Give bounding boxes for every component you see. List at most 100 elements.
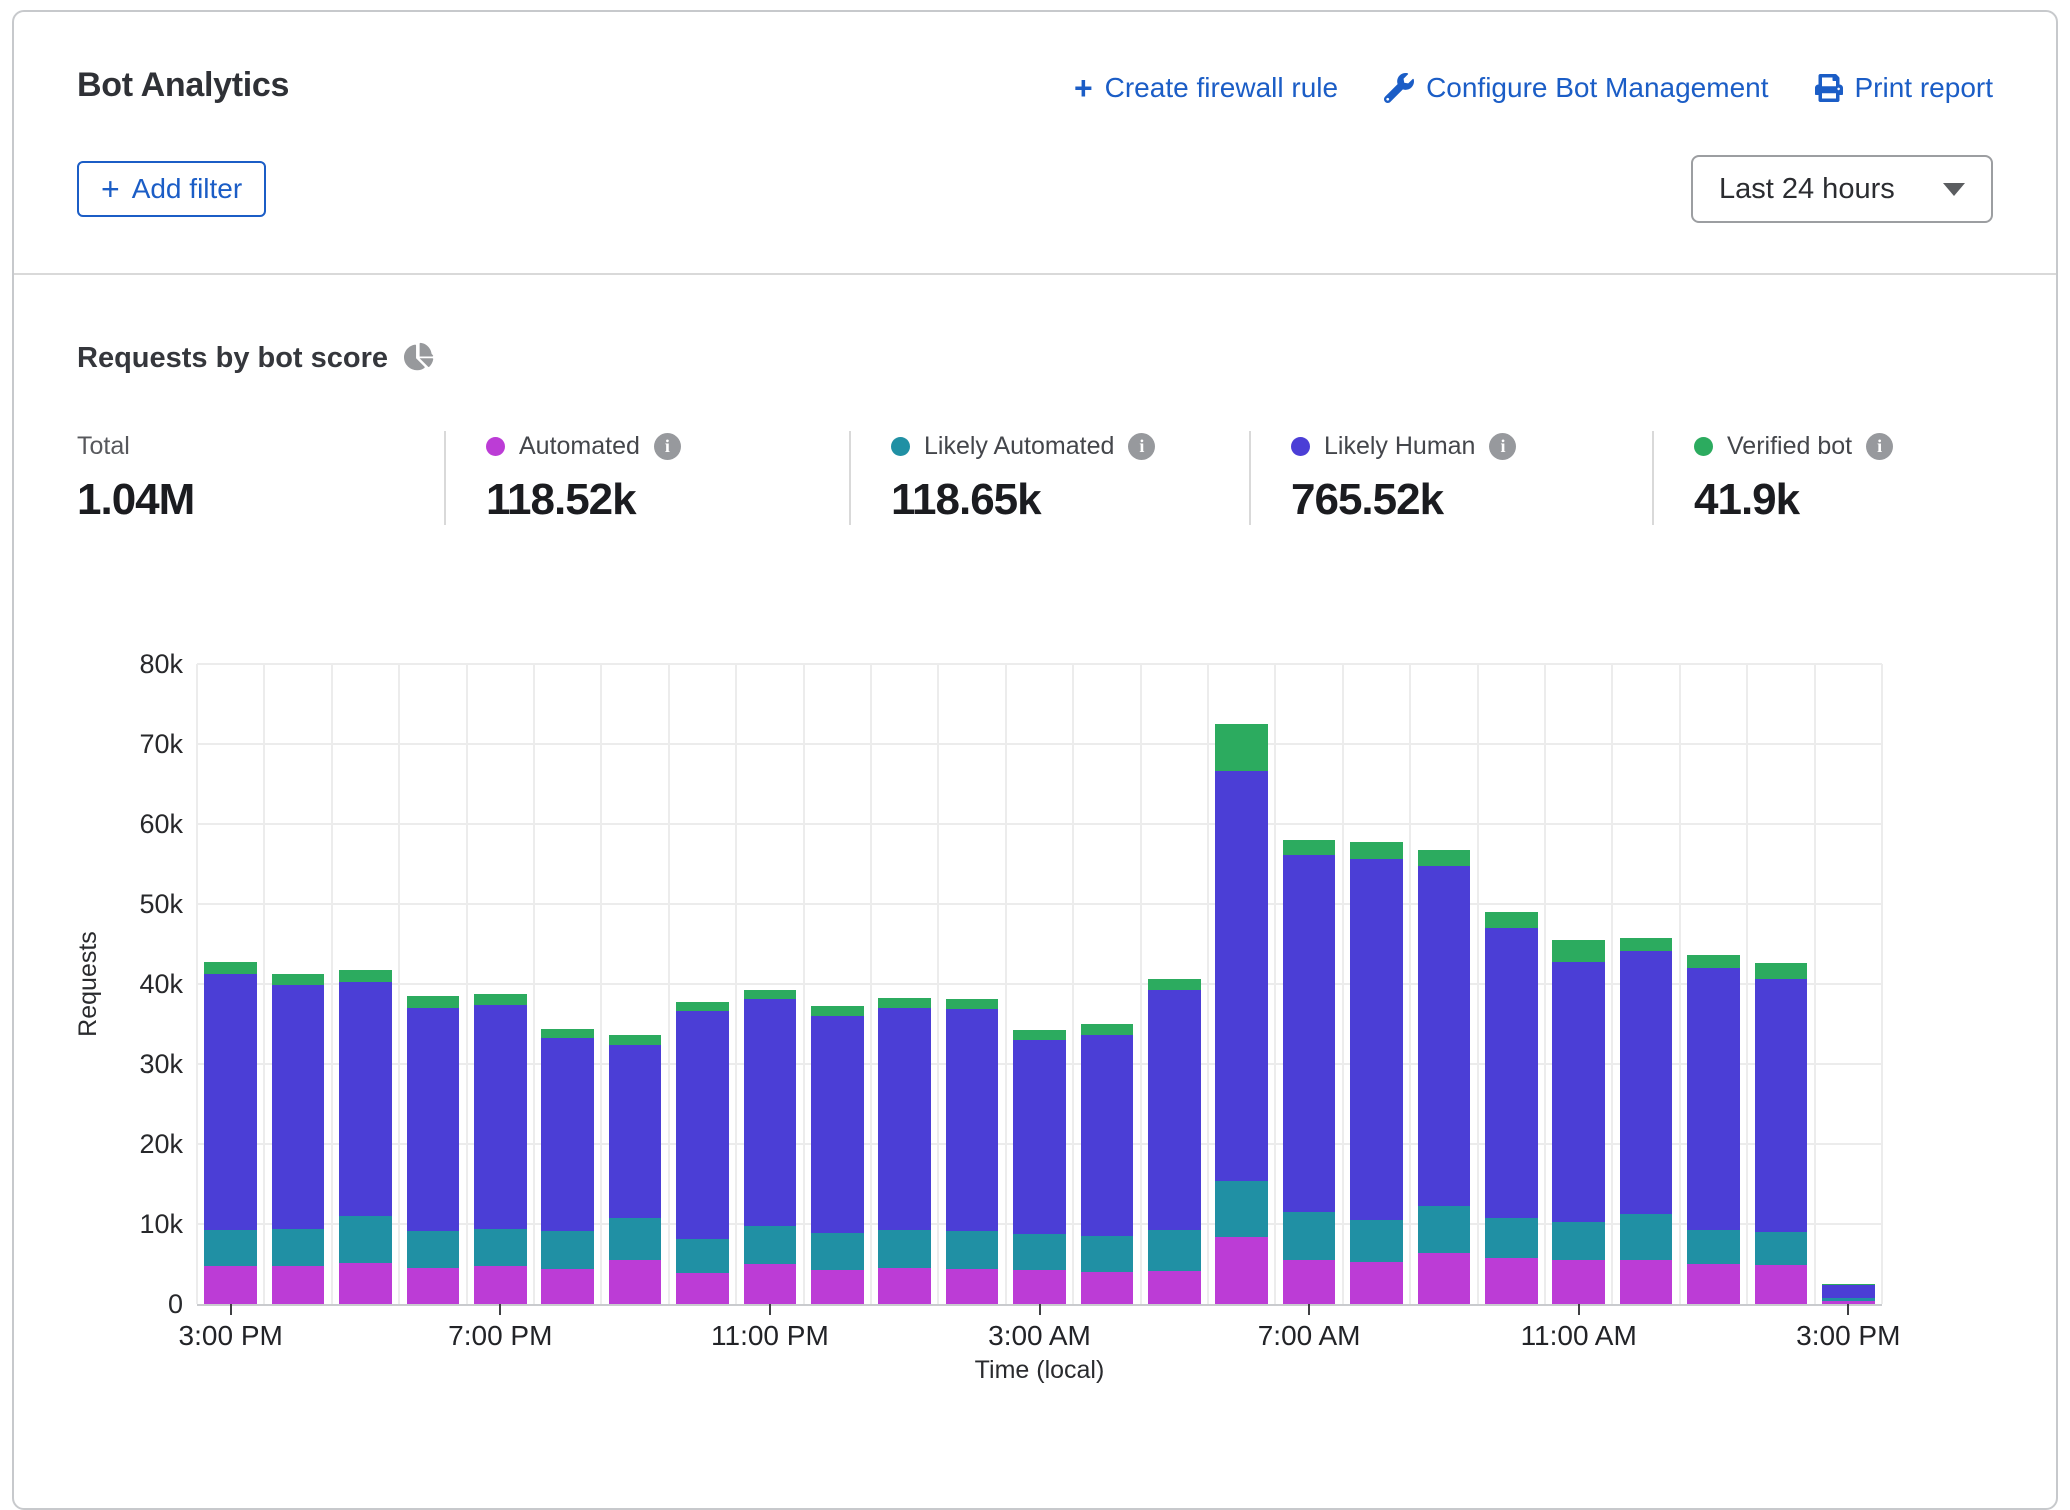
info-icon[interactable] xyxy=(1866,433,1893,460)
bar-segment-verified-bot xyxy=(1013,1030,1066,1040)
bar-segment-automated xyxy=(1485,1258,1538,1304)
bar-10-00-AM xyxy=(1485,912,1538,1304)
bar-4-00-AM xyxy=(1081,1024,1134,1304)
y-tick-label: 60k xyxy=(14,809,183,840)
bar-segment-likely-automated xyxy=(1552,1222,1605,1260)
bar-3-00-PM xyxy=(204,962,257,1304)
bar-segment-likely-automated xyxy=(1350,1220,1403,1262)
bar-segment-likely-human xyxy=(272,985,325,1229)
bar-segment-verified-bot xyxy=(1418,850,1471,867)
y-tick-label: 40k xyxy=(14,969,183,1000)
bar-segment-automated xyxy=(1013,1270,1066,1304)
y-tick-label: 20k xyxy=(14,1129,183,1160)
x-tick-label: 7:00 PM xyxy=(390,1320,610,1352)
bar-segment-verified-bot xyxy=(1081,1024,1134,1035)
header-actions: + Create firewall rule Configure Bot Man… xyxy=(1074,72,1993,104)
gridline-h xyxy=(197,743,1882,745)
bar-segment-automated xyxy=(1283,1260,1336,1304)
bar-segment-likely-automated xyxy=(1620,1214,1673,1260)
bar-segment-likely-human xyxy=(1822,1285,1875,1299)
gridline-v xyxy=(1611,664,1613,1304)
bar-segment-likely-human xyxy=(1215,771,1268,1181)
bar-segment-automated xyxy=(609,1260,662,1304)
y-axis-labels: 010k20k30k40k50k60k70k80k xyxy=(14,664,183,1304)
wrench-icon xyxy=(1384,73,1414,103)
gridline-v xyxy=(937,664,939,1304)
info-icon[interactable] xyxy=(654,433,681,460)
bar-segment-automated xyxy=(407,1268,460,1304)
time-range-dropdown[interactable]: Last 24 hours xyxy=(1691,155,1993,223)
x-tick-mark xyxy=(1847,1304,1849,1315)
gridline-v xyxy=(1140,664,1142,1304)
y-tick-label: 70k xyxy=(14,729,183,760)
add-filter-label: Add filter xyxy=(132,173,243,205)
stat-likely-automated-label: Likely Automated xyxy=(924,432,1114,461)
bar-segment-likely-automated xyxy=(1215,1181,1268,1237)
bar-segment-verified-bot xyxy=(1485,912,1538,928)
section-title: Requests by bot score xyxy=(77,342,388,375)
card-body: Requests by bot score Total 1.04M Automa… xyxy=(14,275,2056,525)
info-icon[interactable] xyxy=(1128,433,1155,460)
bar-segment-verified-bot xyxy=(1687,955,1740,968)
bar-segment-likely-human xyxy=(946,1009,999,1231)
bar-segment-likely-human xyxy=(1148,990,1201,1230)
bar-segment-automated xyxy=(676,1273,729,1304)
bar-5-00-AM xyxy=(1148,979,1201,1304)
x-tick-mark xyxy=(769,1304,771,1315)
bar-segment-verified-bot xyxy=(744,990,797,999)
print-report-link[interactable]: Print report xyxy=(1815,72,1994,104)
bar-segment-verified-bot xyxy=(1620,938,1673,952)
bar-segment-likely-human xyxy=(1418,866,1471,1205)
bar-segment-verified-bot xyxy=(1215,724,1268,771)
stat-likely-human-label: Likely Human xyxy=(1324,432,1475,461)
plus-icon: + xyxy=(101,173,120,205)
stat-total: Total 1.04M xyxy=(77,431,444,525)
bar-segment-likely-automated xyxy=(878,1230,931,1268)
gridline-v xyxy=(1409,664,1411,1304)
bar-9-00-PM xyxy=(609,1035,662,1304)
stat-total-value: 1.04M xyxy=(77,475,444,525)
gridline-v xyxy=(1072,664,1074,1304)
bar-segment-likely-human xyxy=(811,1016,864,1233)
bar-segment-likely-automated xyxy=(811,1233,864,1271)
stat-total-label: Total xyxy=(77,432,130,461)
card-header: Bot Analytics + Create firewall rule Con… xyxy=(14,12,2056,275)
stat-automated: Automated 118.52k xyxy=(444,431,849,525)
configure-bot-management-label: Configure Bot Management xyxy=(1426,72,1768,104)
bar-5-00-PM xyxy=(339,970,392,1304)
configure-bot-management-link[interactable]: Configure Bot Management xyxy=(1384,72,1768,104)
bar-segment-automated xyxy=(1418,1253,1471,1304)
add-filter-button[interactable]: + Add filter xyxy=(77,161,266,217)
stat-likely-human-value: 765.52k xyxy=(1291,475,1652,525)
bar-segment-likely-automated xyxy=(1418,1206,1471,1253)
gridline-v xyxy=(331,664,333,1304)
bar-segment-automated xyxy=(1755,1265,1808,1304)
x-axis-title: Time (local) xyxy=(197,1356,1882,1385)
info-icon[interactable] xyxy=(1489,433,1516,460)
gridline-v xyxy=(398,664,400,1304)
bar-11-00-PM xyxy=(744,990,797,1304)
printer-icon xyxy=(1815,74,1843,102)
bar-segment-likely-automated xyxy=(272,1229,325,1267)
bar-segment-verified-bot xyxy=(609,1035,662,1045)
bar-segment-automated xyxy=(1687,1264,1740,1304)
bar-segment-likely-automated xyxy=(1148,1230,1201,1272)
bar-12-00-AM xyxy=(811,1006,864,1304)
bar-8-00-AM xyxy=(1350,842,1403,1304)
gridline-v xyxy=(600,664,602,1304)
gridline-v xyxy=(735,664,737,1304)
gridline-v xyxy=(196,664,198,1304)
bar-7-00-PM xyxy=(474,994,527,1304)
bar-segment-automated xyxy=(878,1268,931,1304)
verified-bot-legend-dot xyxy=(1694,437,1713,456)
bar-segment-verified-bot xyxy=(676,1002,729,1012)
bar-segment-verified-bot xyxy=(1755,963,1808,979)
bar-segment-likely-human xyxy=(1350,859,1403,1220)
create-firewall-rule-link[interactable]: + Create firewall rule xyxy=(1074,72,1338,104)
stat-verified-bot: Verified bot 41.9k xyxy=(1652,431,1893,525)
plus-icon: + xyxy=(1074,72,1093,104)
bar-segment-likely-human xyxy=(339,982,392,1216)
bar-4-00-PM xyxy=(272,974,325,1304)
bar-segment-likely-human xyxy=(1620,951,1673,1214)
bar-segment-verified-bot xyxy=(407,996,460,1008)
